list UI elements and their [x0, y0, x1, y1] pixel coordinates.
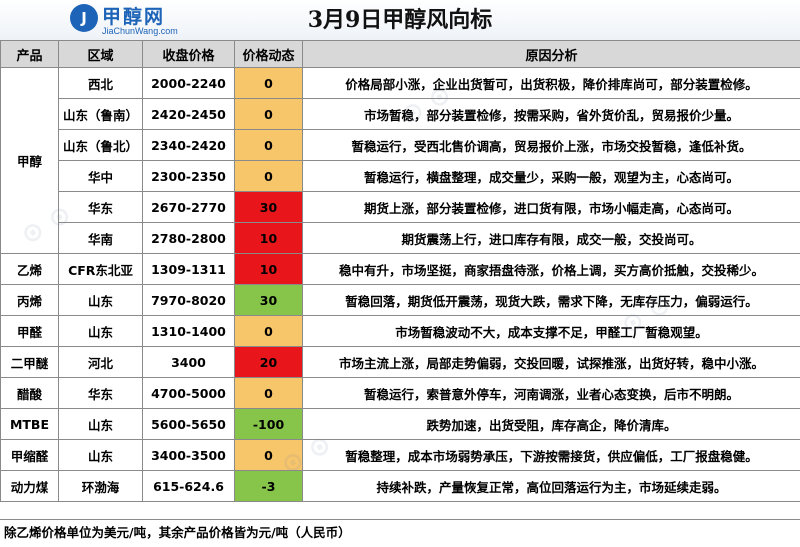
price-cell: 5600-5650 [142, 408, 235, 440]
header-region: 区域 [58, 40, 143, 68]
change-cell: 0 [234, 129, 303, 161]
table-row: 山东（鲁北） 2340-2420 0 暂稳运行，受西北售价调高，贸易报价上涨，市… [1, 129, 800, 161]
product-cell: 醋酸 [0, 377, 59, 409]
table-row: MTBE 山东 5600-5650 -100 跌势加速，出货受阻，库存高企，降价… [0, 408, 800, 440]
product-cell: 二甲醚 [0, 346, 59, 378]
price-cell: 1309-1311 [142, 253, 235, 285]
header-product: 产品 [0, 40, 59, 68]
table-row: 甲醇 西北 2000-2240 0 价格局部小涨，企业出货暂可，出货积极，降价排… [0, 67, 800, 254]
reason-cell: 市场暂稳，部分装置检修，按需采购，省外货价乱，贸易报价少量。 [302, 98, 800, 130]
price-cell: 2300-2350 [142, 160, 235, 192]
reason-cell: 期货震荡上行，进口库存有限，成交一般，交投尚可。 [302, 222, 800, 254]
region-cell: 华东 [58, 377, 143, 409]
product-cell: 甲缩醛 [0, 439, 59, 471]
reason-cell: 暂稳整理，成本市场弱势承压，下游按需接货，供应偏低，工厂报盘稳健。 [302, 439, 800, 471]
change-cell: 0 [234, 377, 303, 409]
reason-cell: 期货上涨，部分装置检修，进口货有限，市场小幅走高，心态尚可。 [302, 191, 800, 223]
change-cell: -3 [234, 470, 303, 502]
region-cell: 华南 [58, 222, 143, 254]
table-row: 醋酸 华东 4700-5000 0 暂稳运行，索普意外停车，河南调涨，业者心态变… [0, 377, 800, 409]
table-header-row: 产品 区域 收盘价格 价格动态 原因分析 [0, 40, 800, 68]
price-table: 产品 区域 收盘价格 价格动态 原因分析 甲醇 西北 2000-2240 0 价… [0, 40, 800, 502]
price-cell: 615-624.6 [142, 470, 235, 502]
price-cell: 3400 [142, 346, 235, 378]
change-cell: 0 [234, 160, 303, 192]
table-row: 山东（鲁南） 2420-2450 0 市场暂稳，部分装置检修，按需采购，省外货价… [1, 98, 800, 130]
reason-cell: 持续补跌，产量恢复正常，高位回落运行为主，市场延续走弱。 [302, 470, 800, 502]
price-cell: 7970-8020 [142, 284, 235, 316]
change-cell: 0 [234, 98, 303, 130]
region-cell: 山东 [58, 408, 143, 440]
table-row: 华东 2670-2770 30 期货上涨，部分装置检修，进口货有限，市场小幅走高… [1, 191, 800, 223]
header-change: 价格动态 [234, 40, 303, 68]
table-row: 乙烯 CFR东北亚 1309-1311 10 稳中有升，市场坚挺，商家捂盘待涨，… [0, 253, 800, 285]
change-cell: 10 [234, 222, 303, 254]
header-price: 收盘价格 [142, 40, 235, 68]
reason-cell: 暂稳运行，索普意外停车，河南调涨，业者心态变换，后市不明朗。 [302, 377, 800, 409]
price-cell: 2670-2770 [142, 191, 235, 223]
price-cell: 2420-2450 [142, 98, 235, 130]
price-cell: 3400-3500 [142, 439, 235, 471]
price-cell: 4700-5000 [142, 377, 235, 409]
region-cell: 河北 [58, 346, 143, 378]
change-cell: 0 [234, 67, 303, 99]
footer-note: 除乙烯价格单位为美元/吨，其余产品价格皆为元/吨（人民币） [0, 519, 800, 547]
change-cell: -100 [234, 408, 303, 440]
region-cell: 山东（鲁北） [58, 129, 143, 161]
table-body: 甲醇 西北 2000-2240 0 价格局部小涨，企业出货暂可，出货积极，降价排… [0, 67, 800, 502]
product-cell: 丙烯 [0, 284, 59, 316]
product-cell: 乙烯 [0, 253, 59, 285]
region-cell: 山东 [58, 439, 143, 471]
table-row: 华中 2300-2350 0 暂稳运行，横盘整理，成交量少，采购一般，观望为主，… [1, 160, 800, 192]
table-row: 二甲醚 河北 3400 20 市场主流上涨，局部走势偏弱，交投回暖，试探推涨，出… [0, 346, 800, 378]
region-cell: 山东 [58, 315, 143, 347]
table-row: 甲醛 山东 1310-1400 0 市场暂稳波动不大，成本支撑不足，甲醛工厂暂稳… [0, 315, 800, 347]
page-title: 3月9日甲醇风向标 [307, 7, 493, 33]
region-cell: CFR东北亚 [58, 253, 143, 285]
reason-cell: 市场主流上涨，局部走势偏弱，交投回暖，试探推涨，出货好转，稳中小涨。 [302, 346, 800, 378]
reason-cell: 稳中有升，市场坚挺，商家捂盘待涨，价格上调，买方高价抵触，交投稀少。 [302, 253, 800, 285]
reason-cell: 价格局部小涨，企业出货暂可，出货积极，降价排库尚可，部分装置检修。 [302, 67, 800, 99]
table-row: 华南 2780-2800 10 期货震荡上行，进口库存有限，成交一般，交投尚可。 [1, 222, 800, 254]
reason-cell: 市场暂稳波动不大，成本支撑不足，甲醛工厂暂稳观望。 [302, 315, 800, 347]
reason-cell: 跌势加速，出货受阻，库存高企，降价清库。 [302, 408, 800, 440]
change-cell: 20 [234, 346, 303, 378]
change-cell: 0 [234, 315, 303, 347]
region-cell: 山东 [58, 284, 143, 316]
reason-cell: 暂稳运行，横盘整理，成交量少，采购一般，观望为主，心态尚可。 [302, 160, 800, 192]
product-cell: 甲醇 [0, 67, 59, 254]
reason-cell: 暂稳运行，受西北售价调高，贸易报价上涨，市场交投暂稳，逢低补货。 [302, 129, 800, 161]
table-row: 动力煤 环渤海 615-624.6 -3 持续补跌，产量恢复正常，高位回落运行为… [0, 470, 800, 502]
price-cell: 2340-2420 [142, 129, 235, 161]
change-cell: 0 [234, 439, 303, 471]
table-row: 甲缩醛 山东 3400-3500 0 暂稳整理，成本市场弱势承压，下游按需接货，… [0, 439, 800, 471]
product-cell: 动力煤 [0, 470, 59, 502]
region-cell: 华东 [58, 191, 143, 223]
price-cell: 2780-2800 [142, 222, 235, 254]
price-cell: 2000-2240 [142, 67, 235, 99]
region-cell: 西北 [58, 67, 143, 99]
region-cell: 山东（鲁南） [58, 98, 143, 130]
product-cell: MTBE [0, 408, 59, 440]
change-cell: 30 [234, 191, 303, 223]
change-cell: 10 [234, 253, 303, 285]
header: J 甲醇网 JiaChunWang.com 3月9日甲醇风向标 [0, 0, 800, 40]
table-row: 丙烯 山东 7970-8020 30 暂稳回落，期货低开震荡，现货大跌，需求下降… [0, 284, 800, 316]
change-cell: 30 [234, 284, 303, 316]
page: J 甲醇网 JiaChunWang.com 3月9日甲醇风向标 产品 区域 收盘… [0, 0, 800, 547]
reason-cell: 暂稳回落，期货低开震荡，现货大跌，需求下降，无库存压力，偏弱运行。 [302, 284, 800, 316]
product-cell: 甲醛 [0, 315, 59, 347]
price-cell: 1310-1400 [142, 315, 235, 347]
header-reason: 原因分析 [302, 40, 800, 68]
region-cell: 环渤海 [58, 470, 143, 502]
region-cell: 华中 [58, 160, 143, 192]
